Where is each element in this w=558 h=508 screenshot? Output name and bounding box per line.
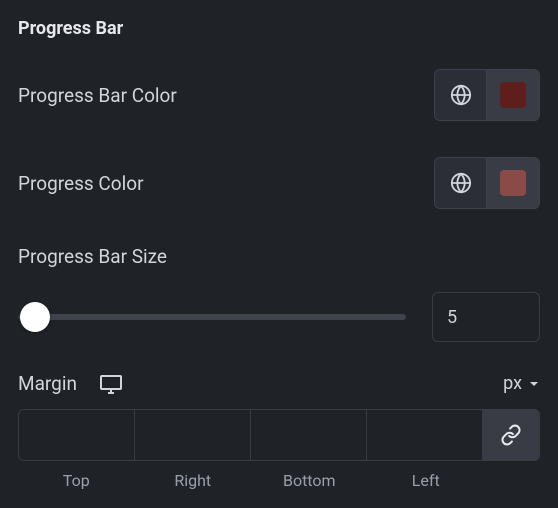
- margin-label: Margin: [18, 372, 77, 395]
- margin-top-input[interactable]: [19, 410, 134, 460]
- margin-sublabels: Top Right Bottom Left: [18, 471, 540, 490]
- responsive-device-button[interactable]: [99, 374, 123, 394]
- globe-icon[interactable]: [435, 158, 487, 208]
- progress-bar-color-control: [434, 69, 540, 121]
- margin-header: Margin px: [18, 372, 540, 395]
- margin-right-sublabel: Right: [135, 471, 252, 490]
- margin-unit-select[interactable]: px: [503, 373, 540, 394]
- progress-bar-size-block: Progress Bar Size: [18, 245, 540, 342]
- progress-bar-color-label: Progress Bar Color: [18, 84, 177, 107]
- globe-icon-svg: [450, 84, 472, 106]
- progress-bar-size-row: [18, 292, 540, 342]
- margin-link-button[interactable]: [483, 410, 539, 460]
- margin-right-input[interactable]: [135, 410, 250, 460]
- globe-icon-svg: [450, 172, 472, 194]
- section-title: Progress Bar: [18, 18, 540, 39]
- margin-left-sublabel: Left: [368, 471, 485, 490]
- slider-track: [18, 314, 406, 320]
- progress-color-row: Progress Color: [18, 157, 540, 209]
- desktop-icon: [99, 374, 123, 394]
- globe-icon[interactable]: [435, 70, 487, 120]
- chevron-down-icon: [528, 378, 540, 390]
- progress-color-label: Progress Color: [18, 172, 144, 195]
- margin-bottom-sublabel: Bottom: [251, 471, 368, 490]
- margin-unit-value: px: [503, 373, 522, 394]
- progress-color-control: [434, 157, 540, 209]
- margin-left-input[interactable]: [367, 410, 482, 460]
- progress-bar-color-swatch-button[interactable]: [487, 70, 539, 120]
- progress-bar-size-label: Progress Bar Size: [18, 245, 540, 268]
- margin-inputs: [18, 409, 540, 461]
- progress-bar-size-input[interactable]: [432, 292, 540, 342]
- progress-bar-size-slider[interactable]: [18, 305, 406, 329]
- link-icon: [500, 424, 522, 446]
- progress-bar-color-row: Progress Bar Color: [18, 69, 540, 121]
- margin-top-sublabel: Top: [18, 471, 135, 490]
- progress-bar-color-swatch: [500, 82, 526, 108]
- progress-color-swatch-button[interactable]: [487, 158, 539, 208]
- margin-bottom-input[interactable]: [251, 410, 366, 460]
- progress-color-swatch: [500, 170, 526, 196]
- slider-thumb[interactable]: [20, 302, 50, 332]
